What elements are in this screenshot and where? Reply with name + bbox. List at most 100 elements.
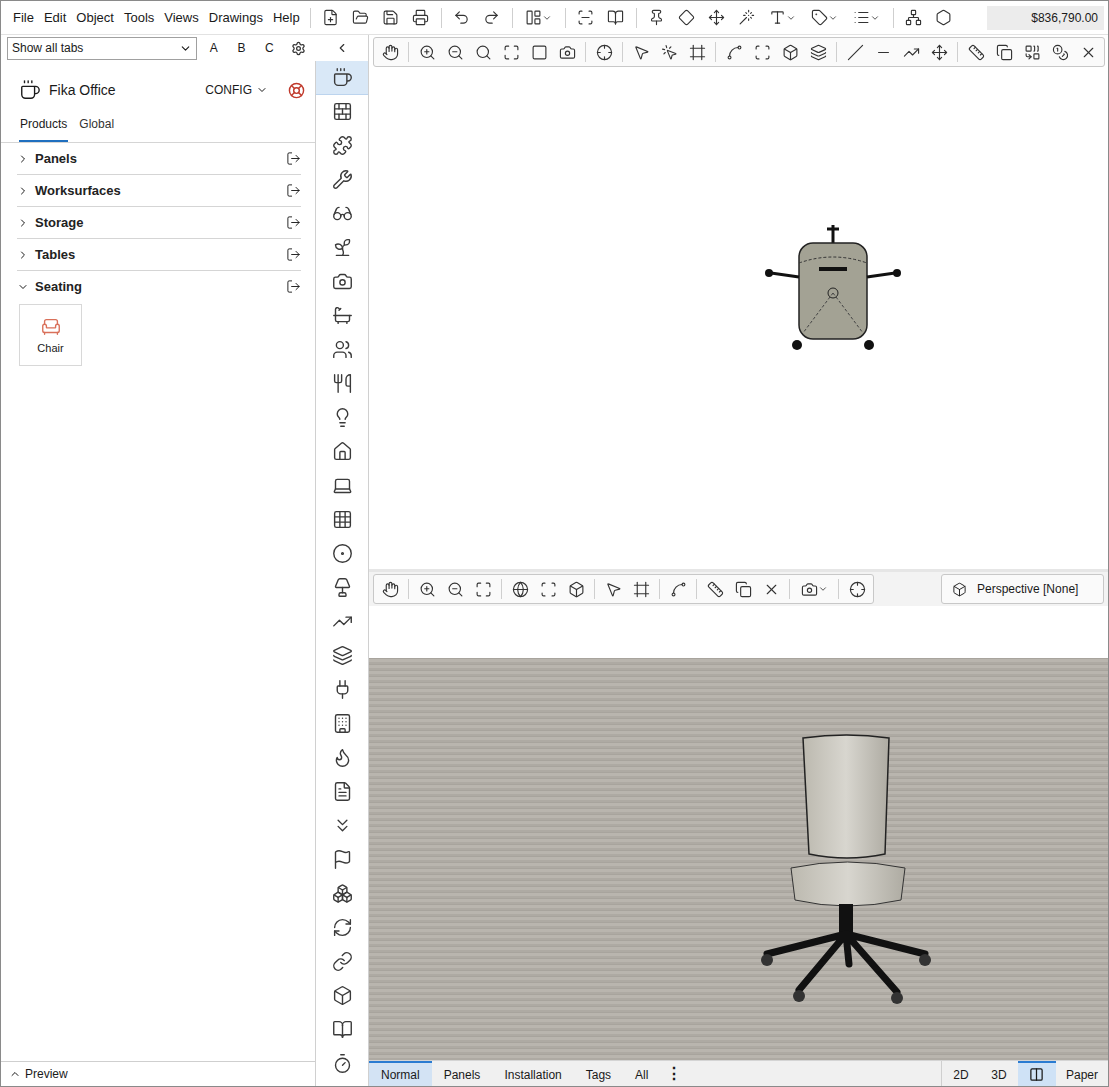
line-button[interactable]	[841, 39, 869, 65]
config-select[interactable]: CONFIG	[205, 83, 268, 97]
category-header[interactable]: Storage	[17, 207, 301, 238]
plan-view[interactable]	[369, 69, 1108, 572]
tool-button[interactable]	[316, 911, 368, 945]
letter-filter-button[interactable]: C	[259, 41, 281, 55]
diamond-button[interactable]	[673, 5, 701, 31]
tool-button[interactable]	[316, 707, 368, 741]
category-header[interactable]: Tables	[17, 239, 301, 270]
box-button[interactable]	[776, 39, 804, 65]
product-tile[interactable]: Chair	[19, 304, 82, 366]
spline-button[interactable]	[720, 39, 748, 65]
ruler-button[interactable]	[701, 576, 729, 602]
wand-button[interactable]	[733, 5, 761, 31]
catalog-tab[interactable]: Products	[19, 115, 68, 142]
export-icon[interactable]	[286, 215, 301, 230]
view-tab[interactable]: Normal	[369, 1061, 432, 1086]
zoom-out-button[interactable]	[441, 576, 469, 602]
category-header[interactable]: Seating	[17, 271, 301, 302]
tool-button[interactable]	[316, 605, 368, 639]
zoom-button[interactable]	[469, 39, 497, 65]
tool-button[interactable]	[316, 197, 368, 231]
view-mode-button[interactable]: 3D	[980, 1061, 1018, 1086]
view-tab[interactable]: All	[623, 1061, 660, 1086]
preview-bar[interactable]: Preview	[1, 1061, 315, 1086]
ruler-button[interactable]	[962, 39, 990, 65]
tool-button[interactable]	[316, 843, 368, 877]
tool-button[interactable]	[316, 163, 368, 197]
perspective-view[interactable]	[369, 606, 1108, 1060]
combine-button[interactable]	[1018, 39, 1046, 65]
save-button[interactable]	[377, 5, 405, 31]
fit-button[interactable]	[534, 576, 562, 602]
tool-button[interactable]	[316, 299, 368, 333]
menu-item[interactable]: Views	[160, 8, 202, 27]
category-header[interactable]: Worksurfaces	[17, 175, 301, 206]
view-mode-button[interactable]: 2D	[942, 1061, 980, 1086]
tool-button[interactable]	[316, 945, 368, 979]
tool-button[interactable]	[316, 877, 368, 911]
tool-button[interactable]	[316, 571, 368, 605]
redo-button[interactable]	[478, 5, 506, 31]
export-icon[interactable]	[286, 183, 301, 198]
tool-button[interactable]	[316, 673, 368, 707]
view-mode-button[interactable]: Paper	[1056, 1061, 1108, 1086]
measure-button[interactable]	[925, 39, 953, 65]
view-tab[interactable]: Tags	[574, 1061, 623, 1086]
tool-button[interactable]	[316, 333, 368, 367]
tool-button[interactable]	[316, 265, 368, 299]
center-button[interactable]	[590, 39, 618, 65]
delete-button[interactable]	[757, 576, 785, 602]
view-tab[interactable]: Panels	[432, 1061, 493, 1086]
zoom-window-button[interactable]	[525, 39, 553, 65]
camera-select[interactable]: Perspective [None]	[941, 574, 1104, 604]
scan-button[interactable]	[572, 5, 600, 31]
delete-button[interactable]	[1074, 39, 1102, 65]
tool-button[interactable]	[316, 401, 368, 435]
tag-button[interactable]	[805, 5, 845, 31]
open-folder-button[interactable]	[347, 5, 375, 31]
lifebuoy-icon[interactable]	[288, 82, 305, 99]
book-button[interactable]	[602, 5, 630, 31]
pin-button[interactable]	[643, 5, 671, 31]
settings-button[interactable]	[286, 35, 310, 61]
camera-button[interactable]	[794, 576, 834, 602]
tool-button[interactable]	[316, 231, 368, 265]
pan-button[interactable]	[376, 576, 404, 602]
box-button[interactable]	[562, 576, 590, 602]
tool-button[interactable]	[316, 537, 368, 571]
zoom-extents-button[interactable]	[469, 576, 497, 602]
tool-button[interactable]	[316, 469, 368, 503]
menu-item[interactable]: Drawings	[205, 8, 267, 27]
camera-button[interactable]	[553, 39, 581, 65]
tool-button[interactable]	[316, 809, 368, 843]
tool-button[interactable]	[316, 639, 368, 673]
menu-item[interactable]: Help	[269, 8, 304, 27]
dash-button[interactable]	[869, 39, 897, 65]
frame-button[interactable]	[627, 576, 655, 602]
tool-button[interactable]	[316, 367, 368, 401]
layers-button[interactable]	[804, 39, 832, 65]
zoom-out-button[interactable]	[441, 39, 469, 65]
tool-button[interactable]	[316, 95, 368, 129]
select-button[interactable]	[599, 576, 627, 602]
price-button[interactable]	[1046, 39, 1074, 65]
spline-button[interactable]	[664, 576, 692, 602]
chair-3d-model[interactable]	[757, 732, 937, 1007]
pick-button[interactable]	[655, 39, 683, 65]
menu-item[interactable]: Edit	[40, 8, 70, 27]
network-button[interactable]	[900, 5, 928, 31]
center-button[interactable]	[843, 576, 871, 602]
select-button[interactable]	[627, 39, 655, 65]
tool-button[interactable]	[316, 775, 368, 809]
hexagon-button[interactable]	[930, 5, 958, 31]
tool-button[interactable]	[316, 435, 368, 469]
copy-button[interactable]	[990, 39, 1018, 65]
export-icon[interactable]	[286, 247, 301, 262]
export-icon[interactable]	[286, 279, 301, 294]
new-file-button[interactable]	[317, 5, 345, 31]
view-mode-button[interactable]	[1018, 1061, 1056, 1086]
copy-button[interactable]	[729, 576, 757, 602]
list-button[interactable]	[847, 5, 887, 31]
more-button[interactable]: ⋮	[660, 1061, 688, 1086]
tool-button[interactable]	[316, 741, 368, 775]
